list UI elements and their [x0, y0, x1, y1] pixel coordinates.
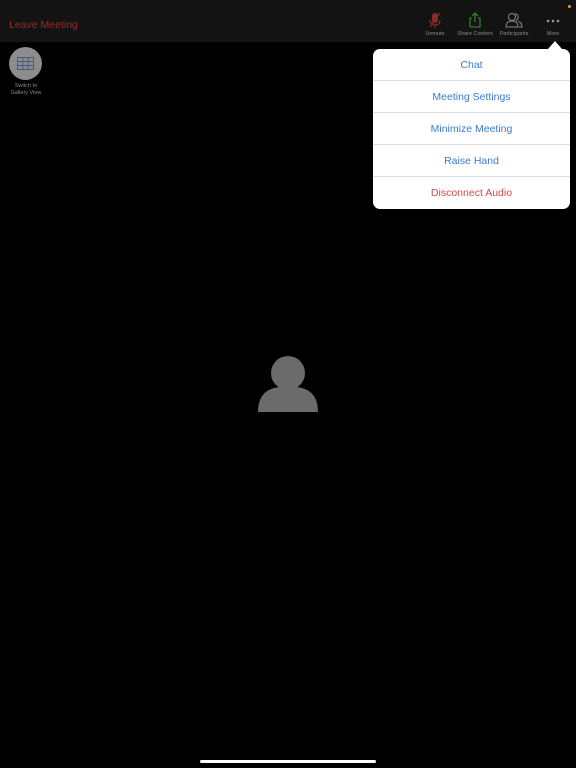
gallery-view-label: Switch to Gallery View — [10, 83, 42, 96]
participant-avatar — [258, 355, 318, 417]
more-label: More — [546, 31, 560, 37]
share-icon — [469, 12, 481, 28]
switch-gallery-view-button[interactable]: Switch to Gallery View — [9, 47, 42, 96]
participants-label: Participants — [499, 31, 529, 37]
muted-mic-icon — [429, 12, 441, 28]
more-icon — [546, 19, 560, 23]
menu-item-chat[interactable]: Chat — [373, 49, 570, 81]
status-dot — [568, 5, 571, 8]
menu-item-meeting-settings[interactable]: Meeting Settings — [373, 81, 570, 113]
participants-icon — [505, 13, 523, 28]
more-button[interactable]: More — [527, 12, 576, 37]
grid-icon — [17, 57, 34, 70]
leave-meeting-button[interactable]: Leave Meeting — [9, 19, 78, 31]
gallery-view-circle — [9, 47, 42, 80]
menu-caret — [548, 41, 562, 49]
menu-item-disconnect-audio[interactable]: Disconnect Audio — [373, 177, 570, 209]
meeting-toolbar: Leave Meeting Unmute Share Content Parti… — [0, 0, 576, 42]
person-icon — [258, 356, 318, 412]
menu-item-raise-hand[interactable]: Raise Hand — [373, 145, 570, 177]
more-menu: Chat Meeting Settings Minimize Meeting R… — [373, 49, 570, 209]
unmute-label: Unmute — [425, 31, 445, 37]
home-indicator[interactable] — [200, 760, 376, 763]
menu-item-minimize-meeting[interactable]: Minimize Meeting — [373, 113, 570, 145]
